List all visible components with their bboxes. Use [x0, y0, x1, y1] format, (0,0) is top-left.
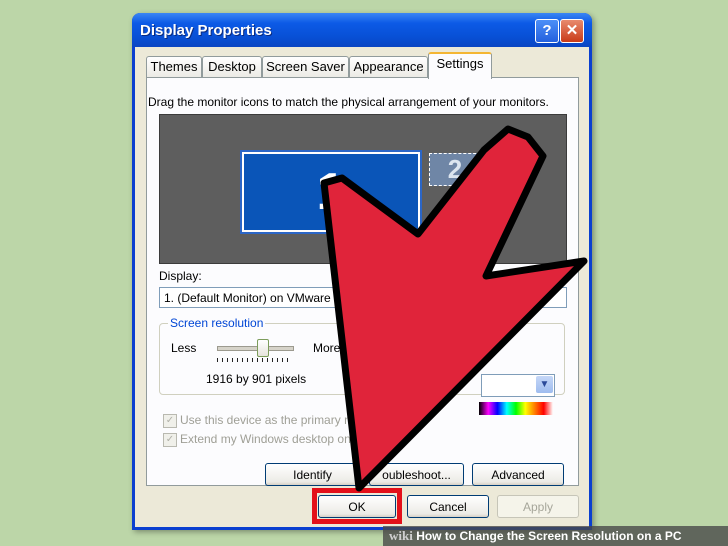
tab-settings[interactable]: Settings	[428, 52, 492, 79]
caption-bar: wiki How to Change the Screen Resolution…	[383, 526, 728, 546]
caption-text: How to Change the Screen Resolution on a…	[416, 529, 682, 543]
red-pointer-arrow-icon	[320, 125, 588, 492]
arrow-shape	[320, 125, 588, 492]
wiki-logo-text: wiki	[389, 528, 413, 543]
